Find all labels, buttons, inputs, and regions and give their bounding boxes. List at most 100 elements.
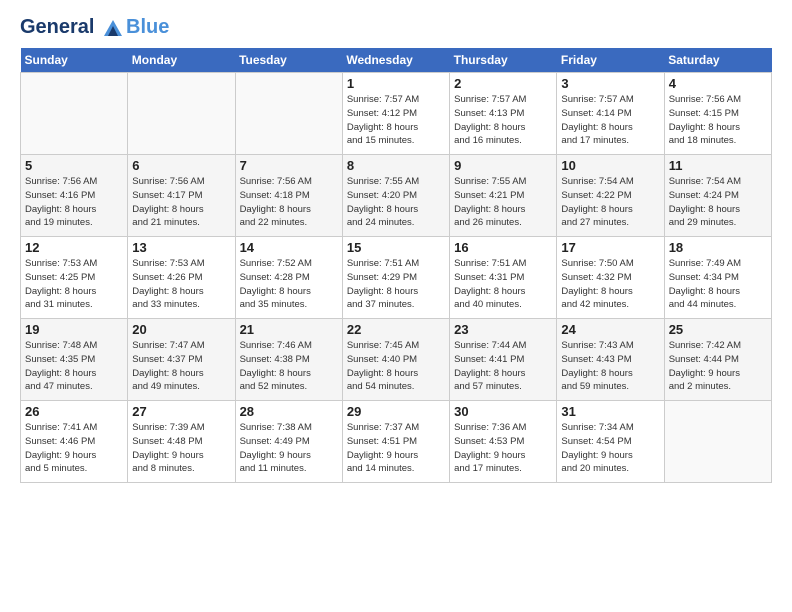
day-number: 2 <box>454 76 552 91</box>
day-detail: Sunrise: 7:41 AM Sunset: 4:46 PM Dayligh… <box>25 421 123 476</box>
day-number: 22 <box>347 322 445 337</box>
day-detail: Sunrise: 7:53 AM Sunset: 4:26 PM Dayligh… <box>132 257 230 312</box>
calendar-cell: 8 Sunrise: 7:55 AM Sunset: 4:20 PM Daylig… <box>342 155 449 237</box>
calendar-cell: 28 Sunrise: 7:38 AM Sunset: 4:49 PM Dayli… <box>235 401 342 483</box>
day-detail: Sunrise: 7:44 AM Sunset: 4:41 PM Dayligh… <box>454 339 552 394</box>
header: General Blue <box>20 16 772 38</box>
calendar-cell: 22 Sunrise: 7:45 AM Sunset: 4:40 PM Dayli… <box>342 319 449 401</box>
calendar-cell: 17 Sunrise: 7:50 AM Sunset: 4:32 PM Dayli… <box>557 237 664 319</box>
day-number: 7 <box>240 158 338 173</box>
page-container: General Blue SundayMondayTuesdayWednesda… <box>0 0 792 493</box>
day-detail: Sunrise: 7:54 AM Sunset: 4:22 PM Dayligh… <box>561 175 659 230</box>
day-number: 4 <box>669 76 767 91</box>
calendar-cell: 11Sunrise: 7:54 AM Sunset: 4:24 PM Dayli… <box>664 155 771 237</box>
day-number: 24 <box>561 322 659 337</box>
day-number: 10 <box>561 158 659 173</box>
day-number: 12 <box>25 240 123 255</box>
calendar-cell: 13 Sunrise: 7:53 AM Sunset: 4:26 PM Dayli… <box>128 237 235 319</box>
day-number: 16 <box>454 240 552 255</box>
day-detail: Sunrise: 7:36 AM Sunset: 4:53 PM Dayligh… <box>454 421 552 476</box>
day-detail: Sunrise: 7:43 AM Sunset: 4:43 PM Dayligh… <box>561 339 659 394</box>
day-header-tuesday: Tuesday <box>235 48 342 73</box>
day-detail: Sunrise: 7:37 AM Sunset: 4:51 PM Dayligh… <box>347 421 445 476</box>
day-detail: Sunrise: 7:38 AM Sunset: 4:49 PM Dayligh… <box>240 421 338 476</box>
day-detail: Sunrise: 7:56 AM Sunset: 4:17 PM Dayligh… <box>132 175 230 230</box>
day-number: 30 <box>454 404 552 419</box>
calendar-cell: 10 Sunrise: 7:54 AM Sunset: 4:22 PM Dayli… <box>557 155 664 237</box>
calendar-cell: 24 Sunrise: 7:43 AM Sunset: 4:43 PM Dayli… <box>557 319 664 401</box>
day-detail: Sunrise: 7:34 AM Sunset: 4:54 PM Dayligh… <box>561 421 659 476</box>
week-row-3: 12Sunrise: 7:53 AM Sunset: 4:25 PM Dayli… <box>21 237 772 319</box>
day-number: 31 <box>561 404 659 419</box>
calendar-cell: 15Sunrise: 7:51 AM Sunset: 4:29 PM Dayli… <box>342 237 449 319</box>
day-header-friday: Friday <box>557 48 664 73</box>
day-number: 27 <box>132 404 230 419</box>
calendar-cell: 2 Sunrise: 7:57 AM Sunset: 4:13 PM Daylig… <box>450 73 557 155</box>
calendar-cell: 30 Sunrise: 7:36 AM Sunset: 4:53 PM Dayli… <box>450 401 557 483</box>
day-detail: Sunrise: 7:50 AM Sunset: 4:32 PM Dayligh… <box>561 257 659 312</box>
day-detail: Sunrise: 7:57 AM Sunset: 4:12 PM Dayligh… <box>347 93 445 148</box>
week-row-1: 1 Sunrise: 7:57 AM Sunset: 4:12 PM Daylig… <box>21 73 772 155</box>
day-detail: Sunrise: 7:57 AM Sunset: 4:13 PM Dayligh… <box>454 93 552 148</box>
calendar-cell: 27 Sunrise: 7:39 AM Sunset: 4:48 PM Dayli… <box>128 401 235 483</box>
day-detail: Sunrise: 7:46 AM Sunset: 4:38 PM Dayligh… <box>240 339 338 394</box>
calendar-cell: 14 Sunrise: 7:52 AM Sunset: 4:28 PM Dayli… <box>235 237 342 319</box>
calendar-cell: 16 Sunrise: 7:51 AM Sunset: 4:31 PM Dayli… <box>450 237 557 319</box>
day-number: 23 <box>454 322 552 337</box>
calendar-cell: 18 Sunrise: 7:49 AM Sunset: 4:34 PM Dayli… <box>664 237 771 319</box>
day-number: 9 <box>454 158 552 173</box>
day-detail: Sunrise: 7:55 AM Sunset: 4:20 PM Dayligh… <box>347 175 445 230</box>
calendar-cell: 12Sunrise: 7:53 AM Sunset: 4:25 PM Dayli… <box>21 237 128 319</box>
day-detail: Sunrise: 7:49 AM Sunset: 4:34 PM Dayligh… <box>669 257 767 312</box>
day-detail: Sunrise: 7:56 AM Sunset: 4:16 PM Dayligh… <box>25 175 123 230</box>
day-number: 18 <box>669 240 767 255</box>
logo-icon <box>102 18 124 38</box>
week-row-5: 26Sunrise: 7:41 AM Sunset: 4:46 PM Dayli… <box>21 401 772 483</box>
week-row-4: 19 Sunrise: 7:48 AM Sunset: 4:35 PM Dayli… <box>21 319 772 401</box>
day-number: 17 <box>561 240 659 255</box>
calendar-cell: 1 Sunrise: 7:57 AM Sunset: 4:12 PM Daylig… <box>342 73 449 155</box>
day-detail: Sunrise: 7:56 AM Sunset: 4:18 PM Dayligh… <box>240 175 338 230</box>
calendar-table: SundayMondayTuesdayWednesdayThursdayFrid… <box>20 48 772 483</box>
day-detail: Sunrise: 7:48 AM Sunset: 4:35 PM Dayligh… <box>25 339 123 394</box>
day-number: 21 <box>240 322 338 337</box>
day-number: 14 <box>240 240 338 255</box>
day-number: 25 <box>669 322 767 337</box>
day-number: 8 <box>347 158 445 173</box>
day-header-wednesday: Wednesday <box>342 48 449 73</box>
day-detail: Sunrise: 7:42 AM Sunset: 4:44 PM Dayligh… <box>669 339 767 394</box>
day-number: 1 <box>347 76 445 91</box>
calendar-cell: 19 Sunrise: 7:48 AM Sunset: 4:35 PM Dayli… <box>21 319 128 401</box>
calendar-cell <box>235 73 342 155</box>
week-row-2: 5 Sunrise: 7:56 AM Sunset: 4:16 PM Daylig… <box>21 155 772 237</box>
calendar-cell <box>21 73 128 155</box>
calendar-cell: 23 Sunrise: 7:44 AM Sunset: 4:41 PM Dayli… <box>450 319 557 401</box>
day-number: 5 <box>25 158 123 173</box>
calendar-cell: 21 Sunrise: 7:46 AM Sunset: 4:38 PM Dayli… <box>235 319 342 401</box>
calendar-cell: 20Sunrise: 7:47 AM Sunset: 4:37 PM Dayli… <box>128 319 235 401</box>
day-number: 6 <box>132 158 230 173</box>
calendar-cell: 29 Sunrise: 7:37 AM Sunset: 4:51 PM Dayli… <box>342 401 449 483</box>
calendar-cell: 9 Sunrise: 7:55 AM Sunset: 4:21 PM Daylig… <box>450 155 557 237</box>
day-number: 28 <box>240 404 338 419</box>
calendar-cell: 7 Sunrise: 7:56 AM Sunset: 4:18 PM Daylig… <box>235 155 342 237</box>
logo: General Blue <box>20 16 169 38</box>
day-detail: Sunrise: 7:55 AM Sunset: 4:21 PM Dayligh… <box>454 175 552 230</box>
day-detail: Sunrise: 7:39 AM Sunset: 4:48 PM Dayligh… <box>132 421 230 476</box>
calendar-cell <box>664 401 771 483</box>
calendar-cell: 6 Sunrise: 7:56 AM Sunset: 4:17 PM Daylig… <box>128 155 235 237</box>
day-header-row: SundayMondayTuesdayWednesdayThursdayFrid… <box>21 48 772 73</box>
day-number: 29 <box>347 404 445 419</box>
day-detail: Sunrise: 7:52 AM Sunset: 4:28 PM Dayligh… <box>240 257 338 312</box>
day-number: 19 <box>25 322 123 337</box>
day-header-saturday: Saturday <box>664 48 771 73</box>
day-detail: Sunrise: 7:51 AM Sunset: 4:31 PM Dayligh… <box>454 257 552 312</box>
day-number: 13 <box>132 240 230 255</box>
day-header-sunday: Sunday <box>21 48 128 73</box>
calendar-cell: 5 Sunrise: 7:56 AM Sunset: 4:16 PM Daylig… <box>21 155 128 237</box>
day-detail: Sunrise: 7:45 AM Sunset: 4:40 PM Dayligh… <box>347 339 445 394</box>
calendar-cell: 3Sunrise: 7:57 AM Sunset: 4:14 PM Daylig… <box>557 73 664 155</box>
day-detail: Sunrise: 7:54 AM Sunset: 4:24 PM Dayligh… <box>669 175 767 230</box>
day-number: 3 <box>561 76 659 91</box>
day-header-monday: Monday <box>128 48 235 73</box>
